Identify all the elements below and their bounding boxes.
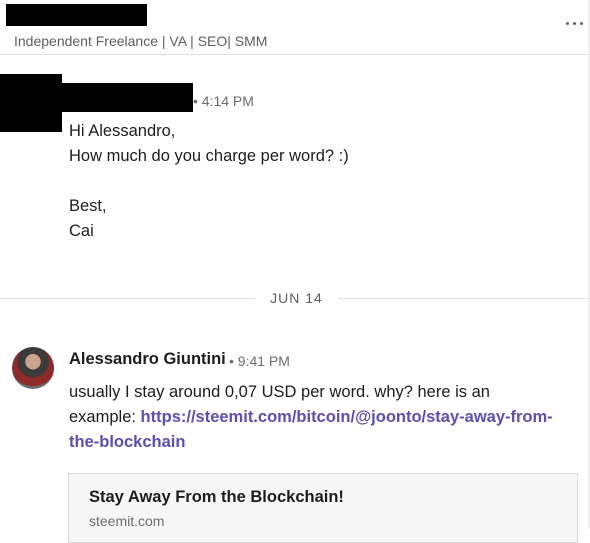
message-line: How much do you charge per word? :)	[69, 147, 349, 165]
conversation-subtitle: Independent Freelance | VA | SEO| SMM	[14, 33, 268, 49]
date-divider-label: JUN 14	[270, 290, 323, 306]
message-link[interactable]: https://steemit.com/bitcoin/@joonto/stay…	[141, 408, 553, 426]
redacted-header-name	[6, 4, 147, 26]
preview-domain: steemit.com	[89, 513, 165, 529]
message-timestamp: • 9:41 PM	[229, 353, 290, 369]
redacted-sender-name	[62, 83, 193, 112]
message-line: the-blockchain	[69, 430, 584, 455]
message-link-continued[interactable]: the-blockchain	[69, 433, 185, 451]
message-line: Hi Alessandro,	[69, 122, 176, 140]
redacted-avatar	[0, 74, 62, 132]
header-divider	[0, 54, 590, 55]
more-options-icon[interactable]	[566, 17, 586, 29]
message-timestamp: • 4:14 PM	[193, 93, 254, 109]
message-line: Cai	[69, 222, 94, 240]
preview-title: Stay Away From the Blockchain!	[89, 488, 344, 506]
date-divider-line	[0, 298, 255, 299]
sender-name[interactable]: Alessandro Giuntini	[69, 350, 226, 369]
sender-avatar[interactable]	[12, 347, 54, 389]
message-line: Best,	[69, 197, 107, 215]
message-body: Hi Alessandro, How much do you charge pe…	[69, 119, 349, 244]
link-preview-card[interactable]: Stay Away From the Blockchain! steemit.c…	[68, 473, 578, 543]
date-divider-line	[338, 298, 590, 299]
message-body: usually I stay around 0,07 USD per word.…	[69, 380, 584, 455]
message-line: usually I stay around 0,07 USD per word.…	[69, 383, 490, 401]
message-text: example:	[69, 408, 141, 426]
message-line: example: https://steemit.com/bitcoin/@jo…	[69, 405, 584, 430]
